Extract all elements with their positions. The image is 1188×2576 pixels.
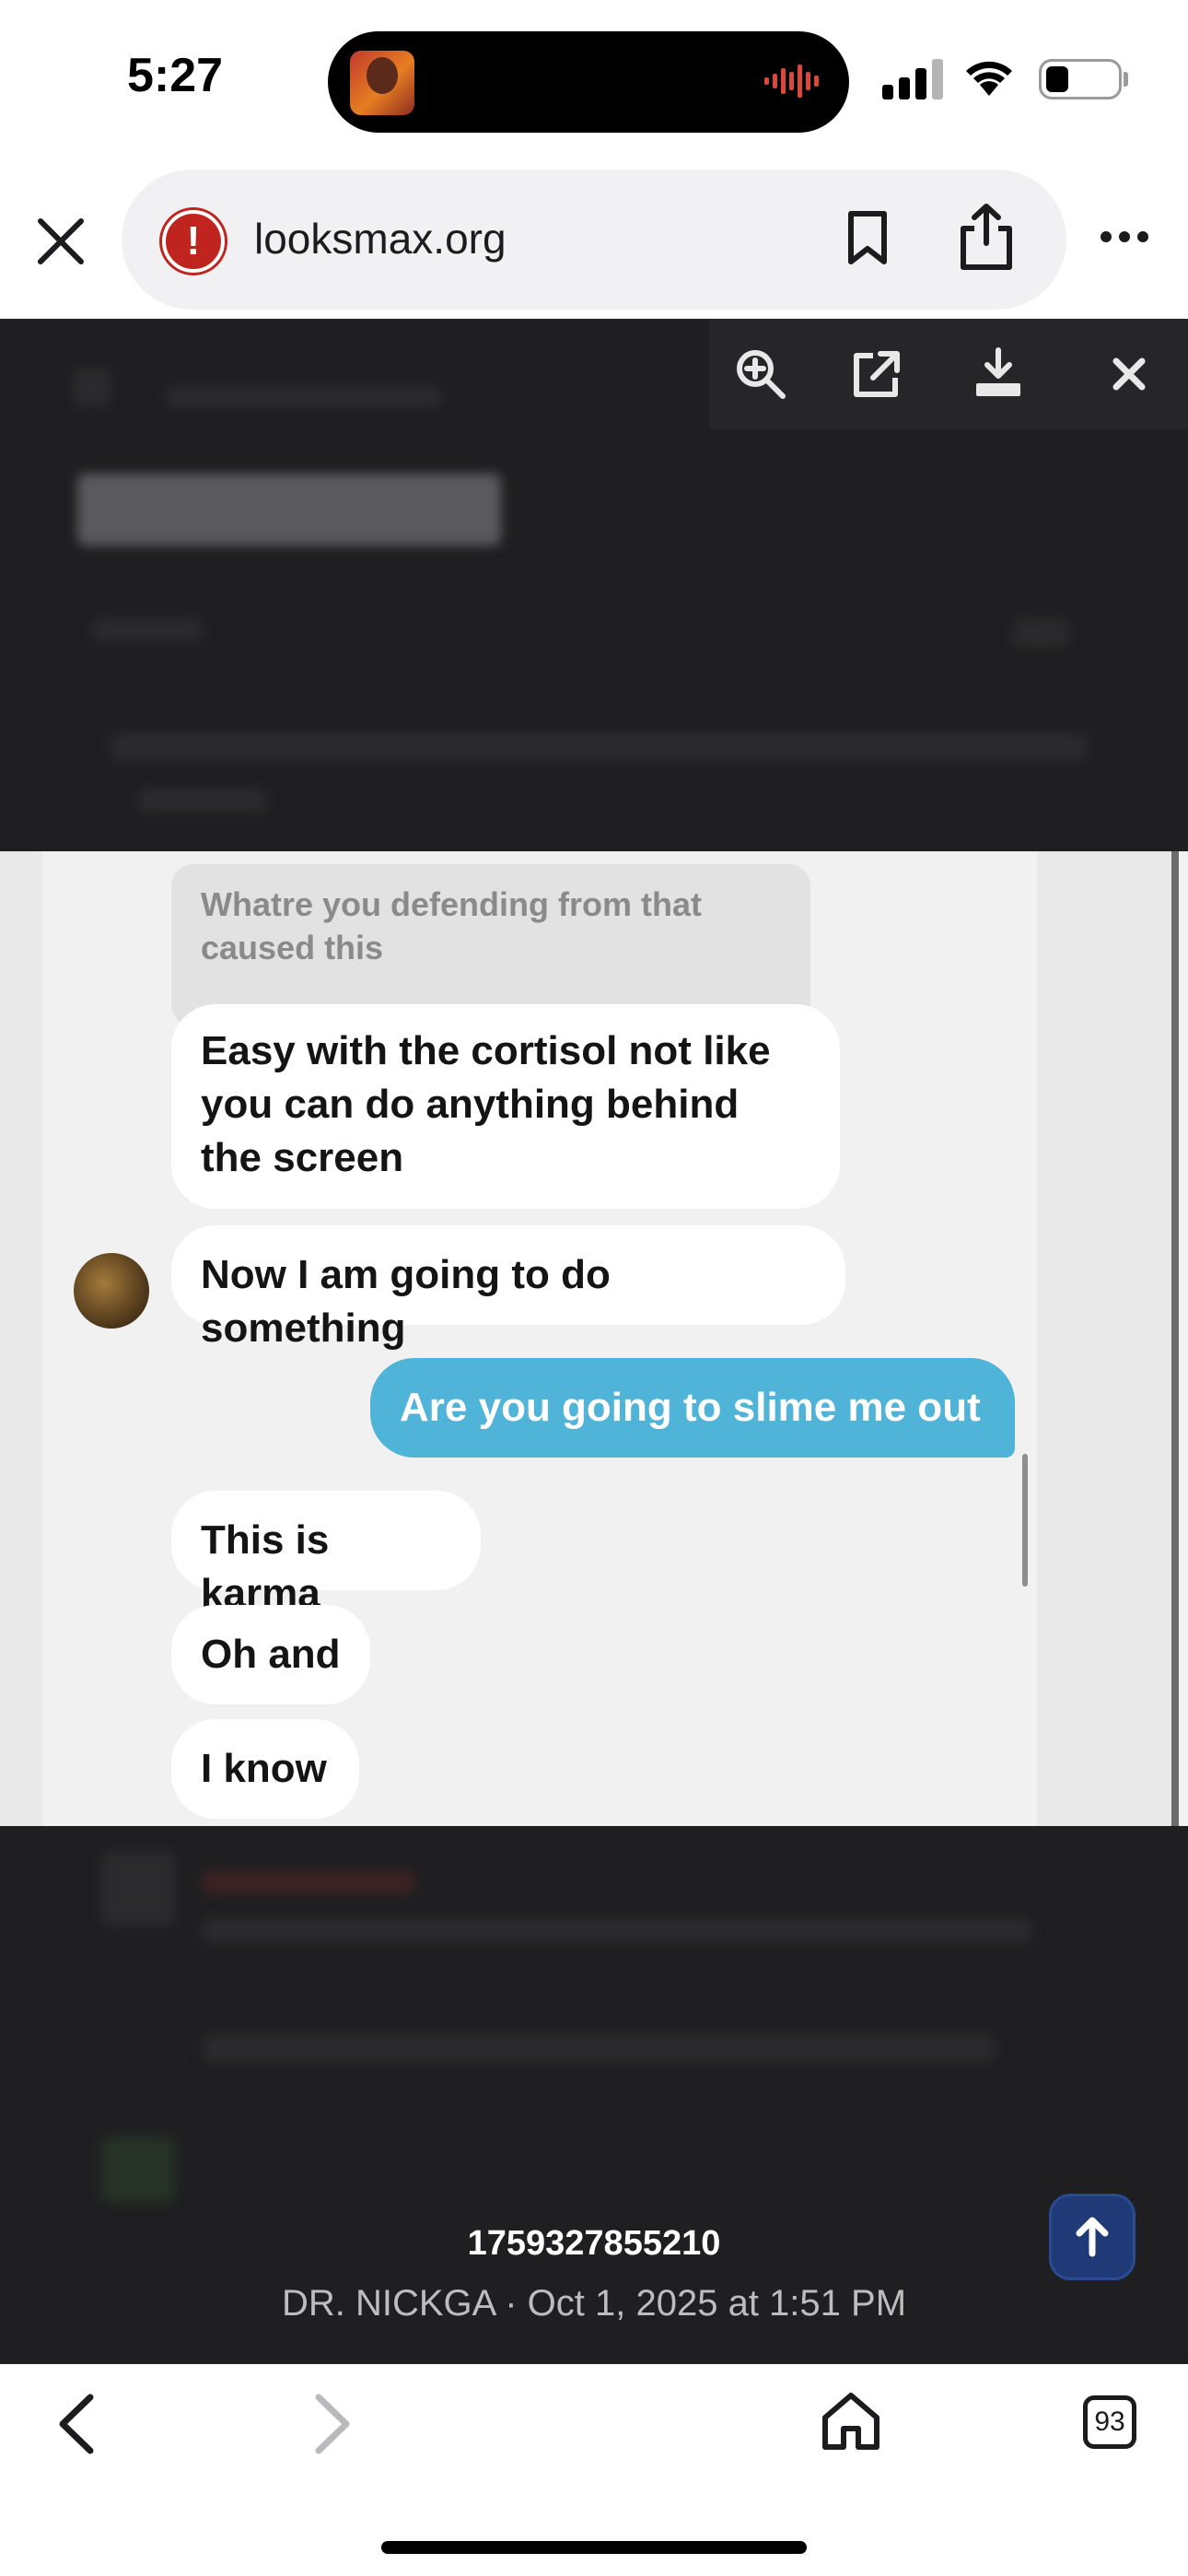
zoom-in-icon[interactable]	[733, 346, 788, 402]
blurred-page-content	[74, 369, 111, 405]
status-time: 5:27	[127, 49, 224, 102]
incoming-message: Easy with the cortisol not like you can …	[171, 1004, 840, 1209]
quoted-message: Whatre you defending from that caused th…	[171, 864, 810, 1026]
blurred-page-content	[111, 733, 1087, 761]
security-warning-glyph: !	[186, 218, 201, 263]
close-icon[interactable]	[1101, 346, 1157, 402]
url-text[interactable]: looksmax.org	[254, 214, 507, 263]
bookmark-icon[interactable]	[845, 210, 890, 265]
chat-scroll-indicator	[1022, 1454, 1028, 1587]
battery-level	[1046, 66, 1068, 92]
outgoing-message: Are you going to slime me out	[370, 1358, 1015, 1458]
close-icon[interactable]	[33, 214, 88, 269]
blurred-page-content	[138, 789, 267, 813]
download-icon[interactable]	[971, 346, 1026, 402]
now-playing-art-face	[367, 57, 398, 94]
signal-icon	[882, 59, 943, 100]
tabs-icon[interactable]: 93	[1083, 2395, 1136, 2449]
blurred-page-content	[203, 1870, 414, 1894]
blurred-page-content	[203, 2034, 995, 2062]
incoming-message: Now I am going to do something	[171, 1225, 845, 1351]
wifi-icon	[966, 61, 1012, 96]
incoming-message: This is karma	[171, 1491, 481, 1616]
blurred-page-content	[77, 474, 501, 545]
blurred-page-content	[101, 2137, 175, 2202]
avatar	[74, 1253, 149, 1329]
more-icon[interactable]	[1100, 230, 1149, 243]
open-external-icon[interactable]	[849, 346, 904, 402]
share-icon[interactable]	[958, 203, 1015, 271]
incoming-message: I know	[171, 1719, 359, 1819]
blurred-page-content	[92, 619, 203, 641]
blurred-page-content	[101, 1852, 175, 1926]
arrow-up-icon	[1076, 2217, 1109, 2257]
home-icon[interactable]	[818, 2388, 884, 2454]
image-margin-left	[0, 851, 42, 1826]
home-indicator[interactable]	[381, 2541, 807, 2554]
waveform-icon	[764, 64, 819, 98]
blurred-page-content	[203, 1918, 1031, 1942]
blurred-page-content	[1013, 619, 1068, 647]
battery-cap	[1124, 72, 1128, 87]
blurred-page-content	[166, 387, 442, 407]
scroll-to-top-button[interactable]	[1052, 2196, 1133, 2277]
forward-icon[interactable]	[309, 2392, 355, 2456]
image-caption-meta: DR. NICKGA · Oct 1, 2025 at 1:51 PM	[281, 2283, 907, 2324]
image-scrollbar	[1171, 851, 1179, 1826]
image-margin-right	[1037, 851, 1179, 1826]
back-icon[interactable]	[53, 2392, 99, 2456]
image-caption-title: 1759327855210	[467, 2224, 721, 2263]
incoming-message: Oh and	[171, 1605, 370, 1704]
